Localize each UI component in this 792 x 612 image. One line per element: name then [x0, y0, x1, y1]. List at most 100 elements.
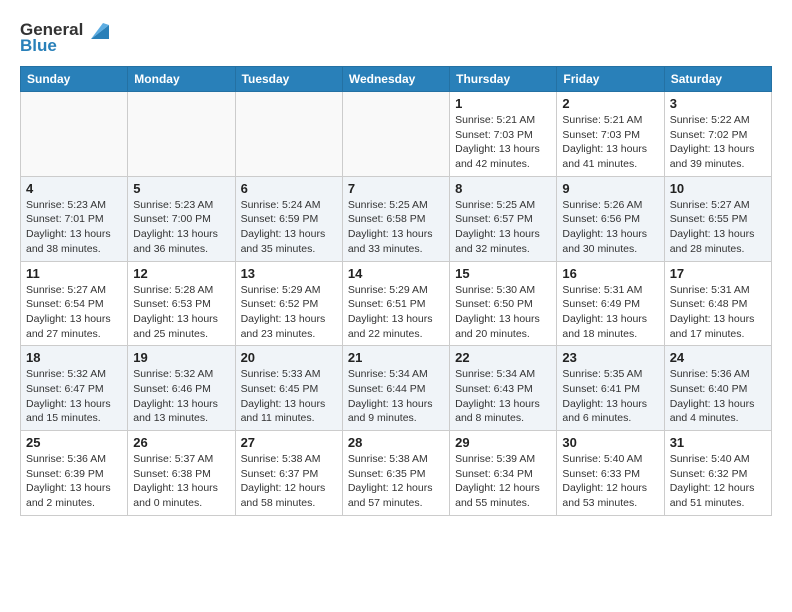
day-number: 27: [241, 435, 337, 450]
day-info: Sunrise: 5:28 AMSunset: 6:53 PMDaylight:…: [133, 283, 229, 342]
day-header-tuesday: Tuesday: [235, 67, 342, 92]
calendar-cell: 22 Sunrise: 5:34 AMSunset: 6:43 PMDayligh…: [450, 346, 557, 431]
day-number: 3: [670, 96, 766, 111]
calendar-cell: 2 Sunrise: 5:21 AMSunset: 7:03 PMDaylight…: [557, 92, 664, 177]
day-info: Sunrise: 5:22 AMSunset: 7:02 PMDaylight:…: [670, 113, 766, 172]
calendar-cell: [235, 92, 342, 177]
day-info: Sunrise: 5:25 AMSunset: 6:57 PMDaylight:…: [455, 198, 551, 257]
calendar-cell: 28Sunrise: 5:38 AMSunset: 6:35 PMDayligh…: [342, 431, 449, 516]
day-number: 8: [455, 181, 551, 196]
calendar-cell: 15 Sunrise: 5:30 AMSunset: 6:50 PMDayligh…: [450, 261, 557, 346]
day-info: Sunrise: 5:26 AMSunset: 6:56 PMDaylight:…: [562, 198, 658, 257]
day-info: Sunrise: 5:40 AMSunset: 6:32 PMDaylight:…: [670, 452, 766, 511]
day-number: 17: [670, 266, 766, 281]
day-info: Sunrise: 5:38 AMSunset: 6:37 PMDaylight:…: [241, 452, 337, 511]
calendar-week-3: 11 Sunrise: 5:27 AMSunset: 6:54 PMDayligh…: [21, 261, 772, 346]
day-info: Sunrise: 5:30 AMSunset: 6:50 PMDaylight:…: [455, 283, 551, 342]
calendar-cell: 27 Sunrise: 5:38 AMSunset: 6:37 PMDayligh…: [235, 431, 342, 516]
day-header-wednesday: Wednesday: [342, 67, 449, 92]
calendar-cell: 23 Sunrise: 5:35 AMSunset: 6:41 PMDayligh…: [557, 346, 664, 431]
logo-blue-text: Blue: [20, 36, 57, 56]
calendar-cell: [128, 92, 235, 177]
calendar-table: SundayMondayTuesdayWednesdayThursdayFrid…: [20, 66, 772, 516]
calendar-cell: 31 Sunrise: 5:40 AMSunset: 6:32 PMDayligh…: [664, 431, 771, 516]
day-number: 24: [670, 350, 766, 365]
day-number: 31: [670, 435, 766, 450]
day-info: Sunrise: 5:36 AMSunset: 6:40 PMDaylight:…: [670, 367, 766, 426]
day-number: 15: [455, 266, 551, 281]
calendar-header-row: SundayMondayTuesdayWednesdayThursdayFrid…: [21, 67, 772, 92]
calendar-cell: 30 Sunrise: 5:40 AMSunset: 6:33 PMDayligh…: [557, 431, 664, 516]
calendar-cell: 21Sunrise: 5:34 AMSunset: 6:44 PMDayligh…: [342, 346, 449, 431]
calendar-cell: 4 Sunrise: 5:23 AMSunset: 7:01 PMDaylight…: [21, 176, 128, 261]
day-info: Sunrise: 5:40 AMSunset: 6:33 PMDaylight:…: [562, 452, 658, 511]
day-number: 4: [26, 181, 122, 196]
day-info: Sunrise: 5:23 AMSunset: 7:01 PMDaylight:…: [26, 198, 122, 257]
day-info: Sunrise: 5:25 AMSunset: 6:58 PMDaylight:…: [348, 198, 444, 257]
day-number: 9: [562, 181, 658, 196]
day-header-monday: Monday: [128, 67, 235, 92]
calendar-cell: [21, 92, 128, 177]
day-info: Sunrise: 5:27 AMSunset: 6:54 PMDaylight:…: [26, 283, 122, 342]
logo-icon: [87, 21, 109, 39]
day-number: 5: [133, 181, 229, 196]
day-number: 19: [133, 350, 229, 365]
day-info: Sunrise: 5:31 AMSunset: 6:49 PMDaylight:…: [562, 283, 658, 342]
day-header-thursday: Thursday: [450, 67, 557, 92]
calendar-cell: 14 Sunrise: 5:29 AMSunset: 6:51 PMDayligh…: [342, 261, 449, 346]
day-number: 30: [562, 435, 658, 450]
day-info: Sunrise: 5:31 AMSunset: 6:48 PMDaylight:…: [670, 283, 766, 342]
calendar-week-1: 1 Sunrise: 5:21 AMSunset: 7:03 PMDaylight…: [21, 92, 772, 177]
calendar-cell: 9 Sunrise: 5:26 AMSunset: 6:56 PMDaylight…: [557, 176, 664, 261]
day-info: Sunrise: 5:34 AMSunset: 6:43 PMDaylight:…: [455, 367, 551, 426]
day-number: 10: [670, 181, 766, 196]
day-info: Sunrise: 5:29 AMSunset: 6:51 PMDaylight:…: [348, 283, 444, 342]
calendar-cell: [342, 92, 449, 177]
day-info: Sunrise: 5:27 AMSunset: 6:55 PMDaylight:…: [670, 198, 766, 257]
day-header-saturday: Saturday: [664, 67, 771, 92]
day-number: 21: [348, 350, 444, 365]
day-number: 20: [241, 350, 337, 365]
calendar-cell: 29 Sunrise: 5:39 AMSunset: 6:34 PMDayligh…: [450, 431, 557, 516]
calendar-cell: 6Sunrise: 5:24 AMSunset: 6:59 PMDaylight…: [235, 176, 342, 261]
day-number: 7: [348, 181, 444, 196]
day-number: 2: [562, 96, 658, 111]
calendar-cell: 1 Sunrise: 5:21 AMSunset: 7:03 PMDaylight…: [450, 92, 557, 177]
day-info: Sunrise: 5:21 AMSunset: 7:03 PMDaylight:…: [562, 113, 658, 172]
day-info: Sunrise: 5:35 AMSunset: 6:41 PMDaylight:…: [562, 367, 658, 426]
day-number: 13: [241, 266, 337, 281]
day-number: 23: [562, 350, 658, 365]
day-number: 11: [26, 266, 122, 281]
day-info: Sunrise: 5:36 AMSunset: 6:39 PMDaylight:…: [26, 452, 122, 511]
day-info: Sunrise: 5:32 AMSunset: 6:47 PMDaylight:…: [26, 367, 122, 426]
calendar-cell: 18 Sunrise: 5:32 AMSunset: 6:47 PMDayligh…: [21, 346, 128, 431]
day-number: 29: [455, 435, 551, 450]
day-number: 16: [562, 266, 658, 281]
calendar-cell: 26Sunrise: 5:37 AMSunset: 6:38 PMDayligh…: [128, 431, 235, 516]
calendar-cell: 24 Sunrise: 5:36 AMSunset: 6:40 PMDayligh…: [664, 346, 771, 431]
calendar-cell: 19 Sunrise: 5:32 AMSunset: 6:46 PMDayligh…: [128, 346, 235, 431]
calendar-cell: 7 Sunrise: 5:25 AMSunset: 6:58 PMDaylight…: [342, 176, 449, 261]
day-info: Sunrise: 5:21 AMSunset: 7:03 PMDaylight:…: [455, 113, 551, 172]
calendar-cell: 17 Sunrise: 5:31 AMSunset: 6:48 PMDayligh…: [664, 261, 771, 346]
day-number: 14: [348, 266, 444, 281]
calendar-cell: 8 Sunrise: 5:25 AMSunset: 6:57 PMDaylight…: [450, 176, 557, 261]
day-number: 1: [455, 96, 551, 111]
day-info: Sunrise: 5:24 AMSunset: 6:59 PMDaylight:…: [241, 198, 337, 257]
page-header: General Blue: [20, 20, 772, 56]
calendar-week-5: 25Sunrise: 5:36 AMSunset: 6:39 PMDayligh…: [21, 431, 772, 516]
day-header-sunday: Sunday: [21, 67, 128, 92]
day-info: Sunrise: 5:29 AMSunset: 6:52 PMDaylight:…: [241, 283, 337, 342]
calendar-cell: 3 Sunrise: 5:22 AMSunset: 7:02 PMDaylight…: [664, 92, 771, 177]
calendar-cell: 13 Sunrise: 5:29 AMSunset: 6:52 PMDayligh…: [235, 261, 342, 346]
day-info: Sunrise: 5:32 AMSunset: 6:46 PMDaylight:…: [133, 367, 229, 426]
calendar-week-4: 18 Sunrise: 5:32 AMSunset: 6:47 PMDayligh…: [21, 346, 772, 431]
day-info: Sunrise: 5:38 AMSunset: 6:35 PMDaylight:…: [348, 452, 444, 511]
day-number: 22: [455, 350, 551, 365]
day-info: Sunrise: 5:37 AMSunset: 6:38 PMDaylight:…: [133, 452, 229, 511]
calendar-cell: 25Sunrise: 5:36 AMSunset: 6:39 PMDayligh…: [21, 431, 128, 516]
day-number: 18: [26, 350, 122, 365]
day-info: Sunrise: 5:33 AMSunset: 6:45 PMDaylight:…: [241, 367, 337, 426]
day-info: Sunrise: 5:39 AMSunset: 6:34 PMDaylight:…: [455, 452, 551, 511]
calendar-cell: 20 Sunrise: 5:33 AMSunset: 6:45 PMDayligh…: [235, 346, 342, 431]
